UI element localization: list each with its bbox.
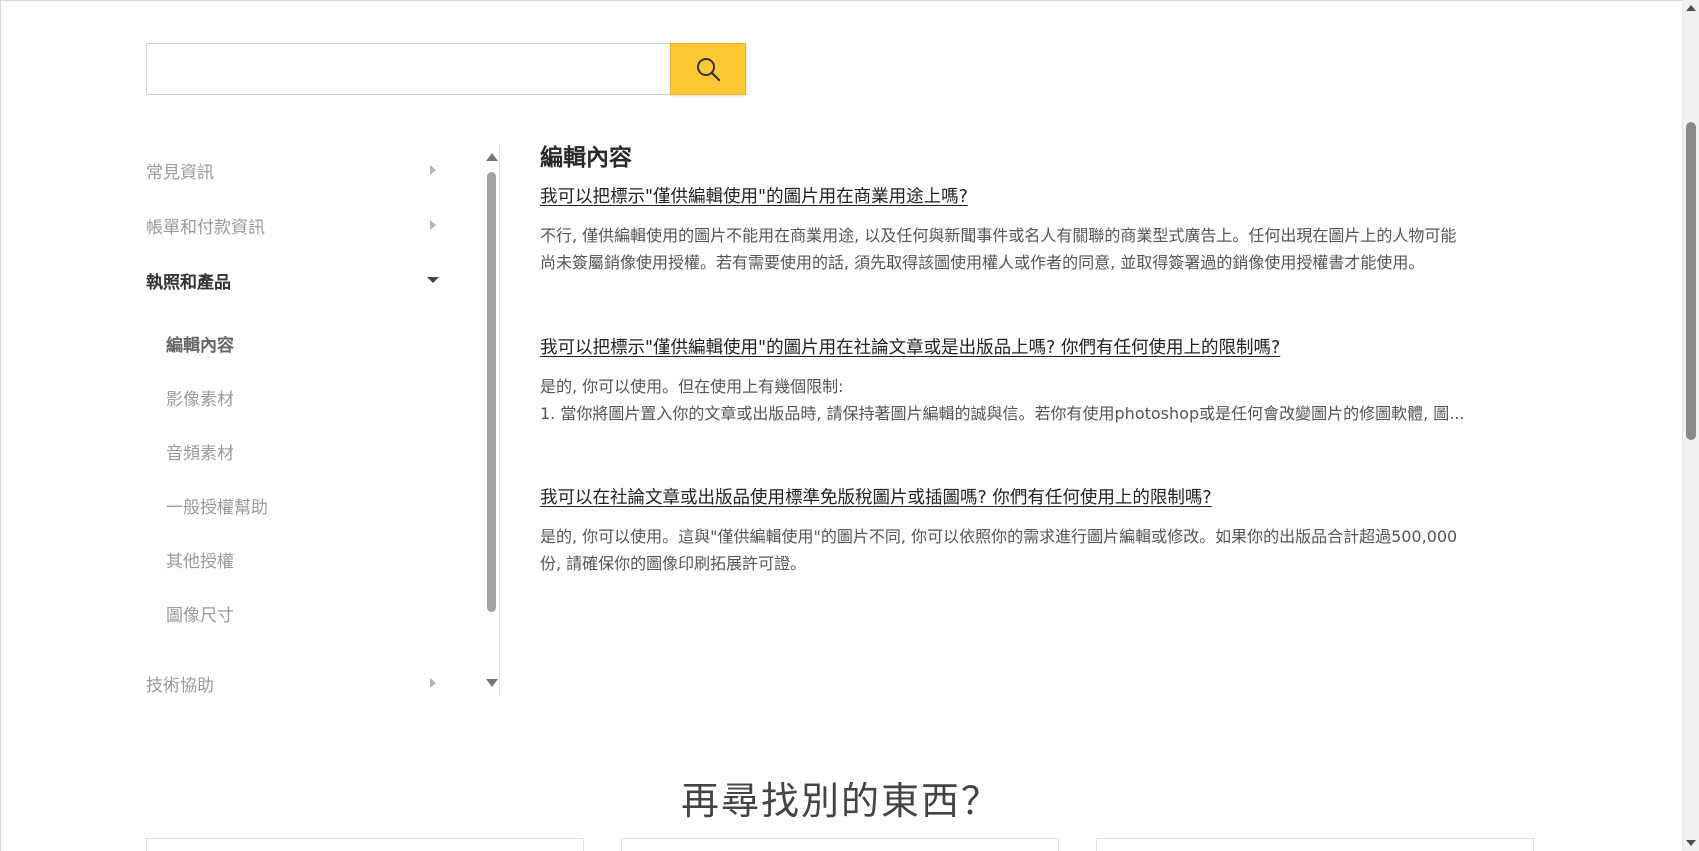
scrollbar-thumb[interactable] bbox=[1686, 122, 1696, 440]
faq-question-link[interactable]: 我可以把標示"僅供編輯使用"的圖片用在商業用途上嗎? bbox=[540, 184, 1540, 210]
section-title: 編輯內容 bbox=[540, 145, 632, 171]
faq-answer-line: 是的, 你可以使用。但在使用上有幾個限制: bbox=[540, 377, 844, 396]
scrollbar-thumb[interactable] bbox=[487, 172, 496, 612]
help-card[interactable] bbox=[621, 838, 1059, 851]
sidebar-item-label: 音頻素材 bbox=[166, 443, 234, 464]
faq-answer-line: 份, 請確保你的圖像印刷拓展許可證。 bbox=[540, 554, 807, 573]
faq-question-link[interactable]: 我可以把標示"僅供編輯使用"的圖片用在社論文章或是出版品上嗎? 你們有任何使用上… bbox=[540, 335, 1540, 361]
chevron-right-icon bbox=[430, 678, 436, 688]
sidebar-item-label: 編輯內容 bbox=[166, 335, 234, 356]
sidebar-item-audio-assets[interactable]: 音頻素材 bbox=[166, 438, 234, 464]
sidebar-item-other-licenses[interactable]: 其他授權 bbox=[166, 546, 234, 572]
chevron-right-icon bbox=[430, 220, 436, 230]
sidebar-category-licensing[interactable]: 執照和產品 bbox=[146, 265, 444, 295]
more-heading: 再尋找別的東西？ bbox=[680, 779, 1001, 823]
faq-answer: 是的, 你可以使用。但在使用上有幾個限制: 1. 當你將圖片置入你的文章或出版品… bbox=[540, 373, 1540, 427]
faq-item: 我可以在社論文章或出版品使用標準免版稅圖片或插圖嗎? 你們有任何使用上的限制嗎?… bbox=[540, 485, 1540, 577]
sidebar-category-tech-support[interactable]: 技術協助 bbox=[146, 668, 444, 698]
chevron-right-icon bbox=[430, 165, 436, 175]
scroll-down-icon[interactable] bbox=[486, 679, 498, 687]
search-button[interactable] bbox=[670, 43, 746, 95]
help-card[interactable] bbox=[1096, 838, 1534, 851]
sidebar-item-label: 其他授權 bbox=[166, 551, 234, 572]
sidebar-item-image-size[interactable]: 圖像尺寸 bbox=[166, 600, 234, 626]
sidebar-category-label: 執照和產品 bbox=[146, 272, 231, 293]
search-icon bbox=[697, 58, 721, 82]
sidebar-item-editorial-content[interactable]: 編輯內容 bbox=[166, 330, 234, 356]
chevron-down-icon bbox=[427, 277, 439, 283]
sidebar-item-label: 影像素材 bbox=[166, 389, 234, 410]
sidebar-item-image-assets[interactable]: 影像素材 bbox=[166, 384, 234, 410]
sidebar-category-label: 常見資訊 bbox=[146, 162, 214, 183]
scroll-up-icon[interactable] bbox=[486, 153, 498, 161]
sidebar-category-label: 技術協助 bbox=[146, 675, 214, 696]
search-bar bbox=[146, 43, 746, 95]
faq-item: 我可以把標示"僅供編輯使用"的圖片用在商業用途上嗎? 不行, 僅供編輯使用的圖片… bbox=[540, 184, 1540, 276]
faq-question-link[interactable]: 我可以在社論文章或出版品使用標準免版稅圖片或插圖嗎? 你們有任何使用上的限制嗎? bbox=[540, 485, 1540, 511]
search-input[interactable] bbox=[146, 43, 670, 95]
scroll-down-icon[interactable] bbox=[1686, 840, 1696, 846]
scroll-up-icon[interactable] bbox=[1686, 5, 1696, 11]
faq-answer-line: 尚未簽屬銷像使用授權。若有需要使用的話, 須先取得該圖使用權人或作者的同意, 並… bbox=[540, 253, 1425, 272]
sidebar-category-billing[interactable]: 帳單和付款資訊 bbox=[146, 210, 444, 240]
help-card[interactable] bbox=[146, 838, 584, 851]
sidebar-item-general-license-help[interactable]: 一般授權幫助 bbox=[166, 492, 268, 518]
sidebar-item-label: 圖像尺寸 bbox=[166, 605, 234, 626]
window-scrollbar[interactable] bbox=[1682, 0, 1699, 851]
sidebar-scrollbar[interactable] bbox=[484, 145, 500, 695]
faq-answer-line: 是的, 你可以使用。這與"僅供編輯使用"的圖片不同, 你可以依照你的需求進行圖片… bbox=[540, 527, 1458, 546]
sidebar-item-label: 一般授權幫助 bbox=[166, 497, 268, 518]
faq-answer-line: 1. 當你將圖片置入你的文章或出版品時, 請保持著圖片編輯的誠與信。若你有使用p… bbox=[540, 404, 1465, 423]
faq-answer: 不行, 僅供編輯使用的圖片不能用在商業用途, 以及任何與新聞事件或名人有關聯的商… bbox=[540, 222, 1540, 276]
faq-item: 我可以把標示"僅供編輯使用"的圖片用在社論文章或是出版品上嗎? 你們有任何使用上… bbox=[540, 335, 1540, 427]
faq-answer: 是的, 你可以使用。這與"僅供編輯使用"的圖片不同, 你可以依照你的需求進行圖片… bbox=[540, 523, 1540, 577]
sidebar-category-general-info[interactable]: 常見資訊 bbox=[146, 155, 444, 185]
faq-content: 編輯內容 我可以把標示"僅供編輯使用"的圖片用在商業用途上嗎? 不行, 僅供編輯… bbox=[540, 138, 1540, 573]
sidebar-category-label: 帳單和付款資訊 bbox=[146, 217, 265, 238]
faq-answer-line: 不行, 僅供編輯使用的圖片不能用在商業用途, 以及任何與新聞事件或名人有關聯的商… bbox=[540, 226, 1457, 245]
